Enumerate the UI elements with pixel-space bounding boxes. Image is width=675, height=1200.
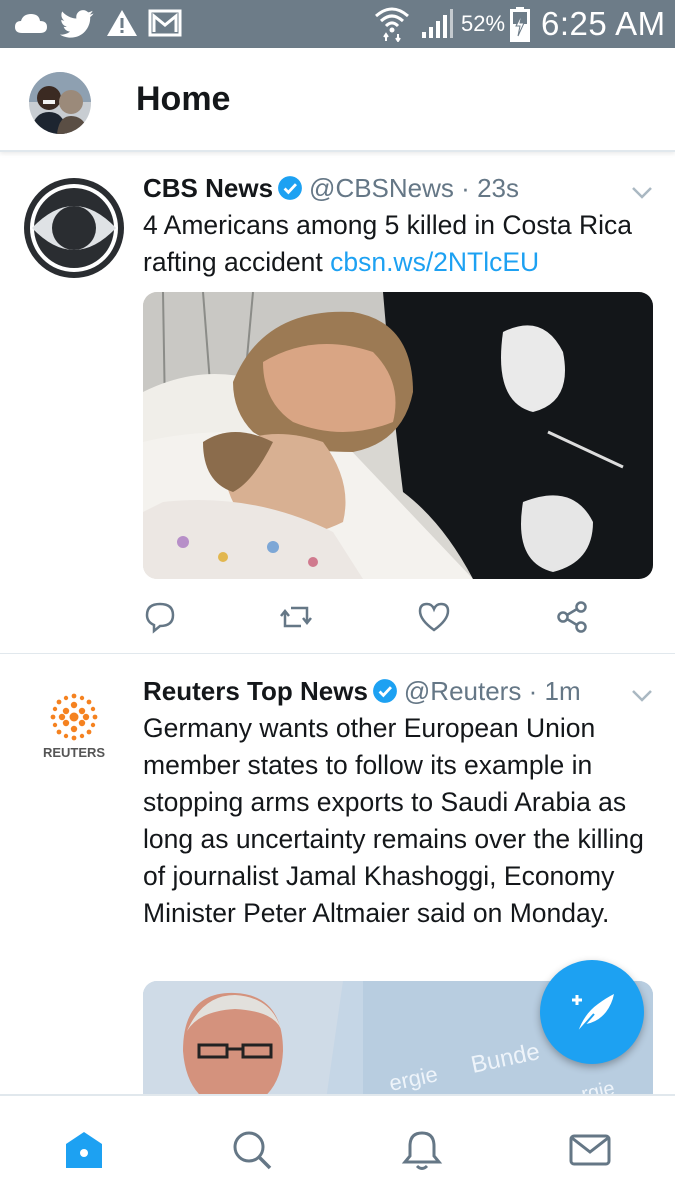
- chevron-down-icon[interactable]: [631, 186, 653, 200]
- verified-badge-icon: [372, 679, 397, 703]
- signal-icon: [422, 9, 453, 38]
- author-name[interactable]: Reuters Top News: [143, 676, 368, 706]
- battery-percent: 52%: [461, 11, 506, 36]
- reuters-logo[interactable]: REUTERS: [22, 677, 126, 781]
- timestamp: 1m: [544, 676, 581, 706]
- author-handle[interactable]: @Reuters: [404, 676, 521, 706]
- tweet-header: Reuters Top News @Reuters · 1m: [143, 673, 581, 709]
- compose-quill-icon: [572, 994, 614, 1033]
- reply-icon[interactable]: [143, 600, 177, 634]
- timestamp: 23s: [477, 173, 519, 203]
- warning-icon: [107, 10, 137, 36]
- status-bar: 52% 6:25 AM: [0, 0, 675, 48]
- cbs-eye-logo[interactable]: [22, 176, 126, 280]
- messages-icon[interactable]: [568, 1128, 612, 1172]
- reuters-logo-label: REUTERS: [43, 745, 105, 760]
- tweet-text: Germany wants other European Union membe…: [143, 713, 644, 928]
- wifi-icon: [375, 7, 409, 42]
- notifications-icon[interactable]: [400, 1128, 444, 1172]
- share-icon[interactable]: [555, 600, 589, 634]
- chevron-down-icon[interactable]: [631, 689, 653, 703]
- app-header: Home: [0, 48, 675, 152]
- clock: 6:25 AM: [541, 5, 666, 42]
- battery-charging-icon: [510, 7, 530, 42]
- profile-avatar-image: [29, 72, 91, 134]
- timeline-feed[interactable]: CBS News @CBSNews · 23s 4 Americans among…: [0, 154, 675, 1094]
- separator: ·: [461, 173, 470, 203]
- author-name[interactable]: CBS News: [143, 173, 273, 203]
- tweet-actions: [143, 600, 653, 634]
- profile-avatar[interactable]: [29, 72, 91, 134]
- home-icon[interactable]: [62, 1128, 106, 1172]
- separator: ·: [528, 676, 538, 706]
- twitter-bird-icon: [59, 10, 94, 38]
- page-title: Home: [136, 80, 231, 118]
- retweet-icon[interactable]: [279, 600, 313, 634]
- tweet-text: 4 Americans among 5 killed in Costa Rica…: [143, 207, 653, 281]
- author-handle[interactable]: @CBSNews: [309, 173, 454, 203]
- compose-tweet-button[interactable]: [540, 960, 644, 1064]
- like-icon[interactable]: [417, 600, 451, 634]
- tweet-media[interactable]: [143, 292, 653, 579]
- tweet[interactable]: CBS News @CBSNews · 23s 4 Americans among…: [0, 154, 675, 654]
- gmail-icon: [148, 9, 182, 37]
- bottom-navigation: [0, 1094, 675, 1200]
- hospital-photo: [143, 292, 653, 579]
- tweet-link[interactable]: cbsn.ws/2NTlcEU: [330, 247, 539, 277]
- search-icon[interactable]: [230, 1128, 274, 1172]
- tweet-header: CBS News @CBSNews · 23s: [143, 170, 519, 206]
- cloud-icon: [15, 14, 47, 33]
- verified-badge-icon: [278, 176, 302, 200]
